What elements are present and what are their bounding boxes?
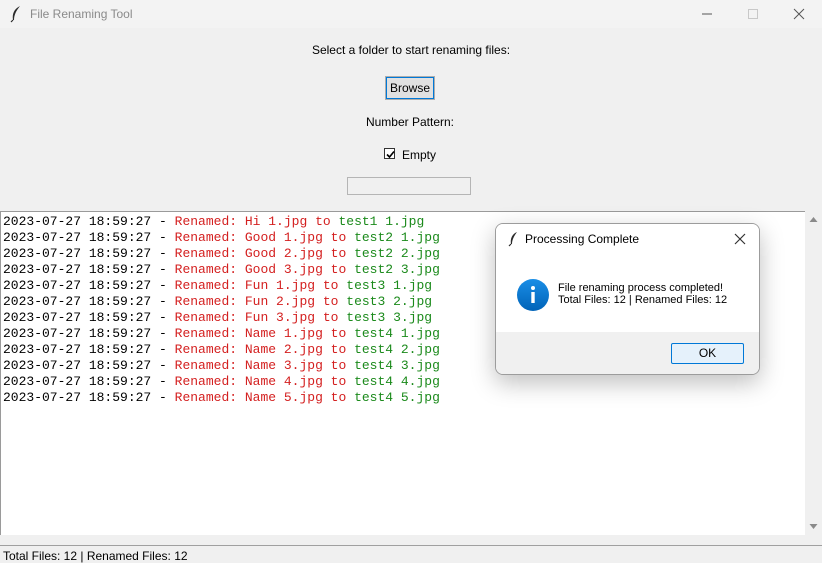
log-timestamp: 2023-07-27 18:59:27 - xyxy=(3,230,175,245)
log-renamed-text: Renamed: Name 2.jpg to xyxy=(174,342,355,357)
dialog-summary: Total Files: 12 | Renamed Files: 12 xyxy=(558,294,728,306)
log-line: 2023-07-27 18:59:27 - Renamed: Name 5.jp… xyxy=(3,390,440,406)
number-pattern-input[interactable] xyxy=(347,177,471,195)
dialog-footer: OK xyxy=(496,332,759,374)
log-line: 2023-07-27 18:59:27 - Renamed: Name 1.jp… xyxy=(3,326,440,342)
log-timestamp: 2023-07-27 18:59:27 - xyxy=(3,326,175,341)
close-button[interactable] xyxy=(776,0,822,28)
ok-button[interactable]: OK xyxy=(671,343,744,364)
log-line: 2023-07-27 18:59:27 - Renamed: Hi 1.jpg … xyxy=(3,214,424,230)
log-line: 2023-07-27 18:59:27 - Renamed: Fun 3.jpg… xyxy=(3,310,432,326)
checkmark-icon xyxy=(386,150,395,159)
log-line: 2023-07-27 18:59:27 - Renamed: Good 2.jp… xyxy=(3,246,440,262)
log-new-name: test1 1.jpg xyxy=(338,214,425,229)
feather-icon xyxy=(508,232,517,247)
log-new-name: test4 5.jpg xyxy=(354,390,440,405)
info-icon xyxy=(517,279,549,311)
log-line: 2023-07-27 18:59:27 - Renamed: Good 1.jp… xyxy=(3,230,440,246)
window-title: File Renaming Tool xyxy=(30,7,133,21)
log-new-name: test2 2.jpg xyxy=(354,246,440,261)
feather-icon xyxy=(10,6,20,23)
log-renamed-text: Renamed: Name 1.jpg to xyxy=(174,326,355,341)
horizontal-scroll-area xyxy=(0,535,822,545)
log-renamed-text: Renamed: Good 3.jpg to xyxy=(174,262,355,277)
dialog-body: File renaming process completed! Total F… xyxy=(496,254,759,332)
log-timestamp: 2023-07-27 18:59:27 - xyxy=(3,358,175,373)
scroll-down-icon[interactable] xyxy=(809,522,818,531)
log-timestamp: 2023-07-27 18:59:27 - xyxy=(3,278,175,293)
log-renamed-text: Renamed: Fun 1.jpg to xyxy=(174,278,347,293)
close-icon xyxy=(793,8,805,20)
minimize-icon xyxy=(702,13,712,15)
log-line: 2023-07-27 18:59:27 - Renamed: Good 3.jp… xyxy=(3,262,440,278)
title-bar: File Renaming Tool xyxy=(0,0,822,28)
log-renamed-text: Renamed: Name 5.jpg to xyxy=(174,390,355,405)
log-new-name: test4 1.jpg xyxy=(354,326,440,341)
log-new-name: test4 3.jpg xyxy=(354,358,440,373)
log-line: 2023-07-27 18:59:27 - Renamed: Name 3.jp… xyxy=(3,358,440,374)
dialog-title-bar: Processing Complete xyxy=(496,224,759,254)
log-timestamp: 2023-07-27 18:59:27 - xyxy=(3,342,175,357)
log-line: 2023-07-27 18:59:27 - Renamed: Name 4.jp… xyxy=(3,374,440,390)
log-renamed-text: Renamed: Fun 3.jpg to xyxy=(174,310,347,325)
log-timestamp: 2023-07-27 18:59:27 - xyxy=(3,294,175,309)
maximize-icon xyxy=(748,9,758,19)
dialog-title: Processing Complete xyxy=(525,232,640,246)
log-timestamp: 2023-07-27 18:59:27 - xyxy=(3,310,175,325)
log-renamed-text: Renamed: Name 4.jpg to xyxy=(174,374,355,389)
log-new-name: test4 2.jpg xyxy=(354,342,440,357)
empty-checkbox[interactable] xyxy=(384,148,395,159)
log-new-name: test3 3.jpg xyxy=(346,310,433,325)
log-renamed-text: Renamed: Hi 1.jpg to xyxy=(174,214,339,229)
log-new-name: test4 4.jpg xyxy=(354,374,440,389)
vertical-scrollbar[interactable] xyxy=(805,211,822,535)
scroll-up-icon[interactable] xyxy=(809,215,818,224)
log-line: 2023-07-27 18:59:27 - Renamed: Fun 1.jpg… xyxy=(3,278,432,294)
processing-complete-dialog: Processing Complete File renaming proces… xyxy=(495,223,760,375)
folder-prompt: Select a folder to start renaming files: xyxy=(311,43,511,57)
log-new-name: test3 1.jpg xyxy=(346,278,433,293)
log-new-name: test2 3.jpg xyxy=(354,262,440,277)
log-new-name: test2 1.jpg xyxy=(354,230,440,245)
log-timestamp: 2023-07-27 18:59:27 - xyxy=(3,390,175,405)
log-renamed-text: Renamed: Name 3.jpg to xyxy=(174,358,355,373)
dialog-message: File renaming process completed! xyxy=(558,282,724,294)
log-line: 2023-07-27 18:59:27 - Renamed: Name 2.jp… xyxy=(3,342,440,358)
close-icon[interactable] xyxy=(732,231,748,247)
log-new-name: test3 2.jpg xyxy=(346,294,433,309)
log-line: 2023-07-27 18:59:27 - Renamed: Fun 2.jpg… xyxy=(3,294,432,310)
number-pattern-label: Number Pattern: xyxy=(365,115,455,129)
log-renamed-text: Renamed: Fun 2.jpg to xyxy=(174,294,347,309)
log-timestamp: 2023-07-27 18:59:27 - xyxy=(3,246,175,261)
status-text: Total Files: 12 | Renamed Files: 12 xyxy=(3,549,188,563)
log-timestamp: 2023-07-27 18:59:27 - xyxy=(3,214,175,229)
status-bar: Total Files: 12 | Renamed Files: 12 xyxy=(0,545,822,563)
empty-checkbox-label[interactable]: Empty xyxy=(402,148,436,162)
minimize-button[interactable] xyxy=(684,0,730,28)
maximize-button[interactable] xyxy=(730,0,776,28)
log-timestamp: 2023-07-27 18:59:27 - xyxy=(3,374,175,389)
log-timestamp: 2023-07-27 18:59:27 - xyxy=(3,262,175,277)
log-renamed-text: Renamed: Good 2.jpg to xyxy=(174,246,355,261)
log-renamed-text: Renamed: Good 1.jpg to xyxy=(174,230,355,245)
browse-button[interactable]: Browse xyxy=(385,76,435,100)
